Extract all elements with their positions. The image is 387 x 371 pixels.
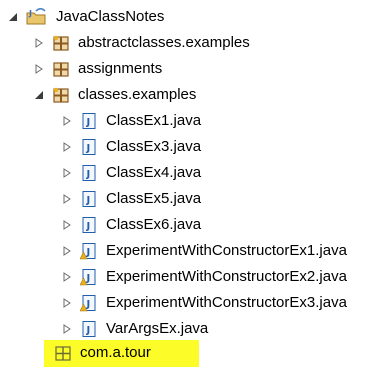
tree-item-java-file[interactable]: J ClassEx5.java [60, 187, 201, 211]
tree-item-label: assignments [78, 60, 163, 77]
collapsed-arrow-icon[interactable] [32, 62, 46, 76]
tree-item-package[interactable]: abstractclasses.examples [32, 31, 250, 55]
tree-item-label: ExperimentWithConstructorEx2.java [106, 268, 347, 285]
package-explorer-tree: J JavaClassNotes abstractclasses.example… [0, 0, 387, 371]
svg-text:J: J [86, 247, 91, 258]
tree-item-label: ClassEx3.java [106, 138, 202, 155]
tree-item-java-file[interactable]: J ClassEx1.java [60, 109, 201, 133]
collapsed-arrow-icon[interactable] [60, 140, 74, 154]
tree-item-label: VarArgsEx.java [106, 320, 209, 337]
tree-item-label: ExperimentWithConstructorEx3.java [106, 294, 347, 311]
svg-text:J: J [86, 325, 91, 336]
tree-item-label: com.a.tour [80, 344, 151, 361]
svg-text:J: J [28, 9, 32, 18]
tree-item-java-file[interactable]: J ClassEx6.java [60, 213, 201, 237]
svg-text:J: J [86, 273, 91, 284]
collapsed-arrow-icon[interactable] [60, 244, 74, 258]
collapsed-arrow-icon[interactable] [32, 36, 46, 50]
expanded-arrow-icon[interactable] [32, 88, 46, 102]
java-file-warning-icon: J [80, 242, 98, 260]
java-file-icon: J [80, 320, 98, 338]
java-file-icon: J [80, 138, 98, 156]
collapsed-arrow-icon[interactable] [60, 166, 74, 180]
java-file-icon: J [80, 164, 98, 182]
package-icon [52, 34, 70, 52]
svg-text:J: J [86, 221, 91, 232]
tree-item-label: ClassEx4.java [106, 164, 202, 181]
tree-item-package[interactable]: assignments [32, 57, 162, 81]
tree-item-label: abstractclasses.examples [78, 34, 250, 51]
collapsed-arrow-icon[interactable] [60, 114, 74, 128]
java-file-warning-icon: J [80, 268, 98, 286]
java-file-icon: J [80, 112, 98, 130]
svg-text:J: J [86, 117, 91, 128]
project-folder-icon: J [26, 8, 48, 26]
tree-item-label: JavaClassNotes [56, 8, 165, 25]
package-icon [52, 86, 70, 104]
tree-item-java-file[interactable]: J ClassEx4.java [60, 161, 201, 185]
tree-item-label: ClassEx1.java [106, 112, 202, 129]
java-file-icon: J [80, 216, 98, 234]
java-file-warning-icon: J [80, 294, 98, 312]
tree-item-label: classes.examples [78, 86, 197, 103]
tree-item-package[interactable]: classes.examples [32, 83, 196, 107]
tree-item-java-file[interactable]: J VarArgsEx.java [60, 317, 208, 341]
tree-item-label: ClassEx6.java [106, 216, 202, 233]
svg-text:J: J [86, 299, 91, 310]
tree-item-label: ExperimentWithConstructorEx1.java [106, 242, 347, 259]
svg-text:J: J [86, 143, 91, 154]
collapsed-arrow-icon[interactable] [60, 296, 74, 310]
java-file-icon: J [80, 190, 98, 208]
tree-item-java-file[interactable]: J ExperimentWithConstructorEx2.java [60, 265, 347, 289]
tree-item-java-file[interactable]: J ClassEx3.java [60, 135, 201, 159]
empty-package-icon [54, 344, 72, 362]
tree-item-selected-package[interactable]: com.a.tour [54, 341, 151, 365]
svg-text:J: J [86, 169, 91, 180]
collapsed-arrow-icon[interactable] [60, 270, 74, 284]
expanded-arrow-icon[interactable] [6, 10, 20, 24]
tree-item-java-file[interactable]: J ExperimentWithConstructorEx1.java [60, 239, 347, 263]
collapsed-arrow-icon[interactable] [60, 218, 74, 232]
collapsed-arrow-icon[interactable] [60, 192, 74, 206]
tree-item-label: ClassEx5.java [106, 190, 202, 207]
tree-item-project[interactable]: J JavaClassNotes [6, 5, 164, 29]
collapsed-arrow-icon[interactable] [60, 322, 74, 336]
package-icon [52, 60, 70, 78]
tree-item-java-file[interactable]: J ExperimentWithConstructorEx3.java [60, 291, 347, 315]
svg-text:J: J [86, 195, 91, 206]
